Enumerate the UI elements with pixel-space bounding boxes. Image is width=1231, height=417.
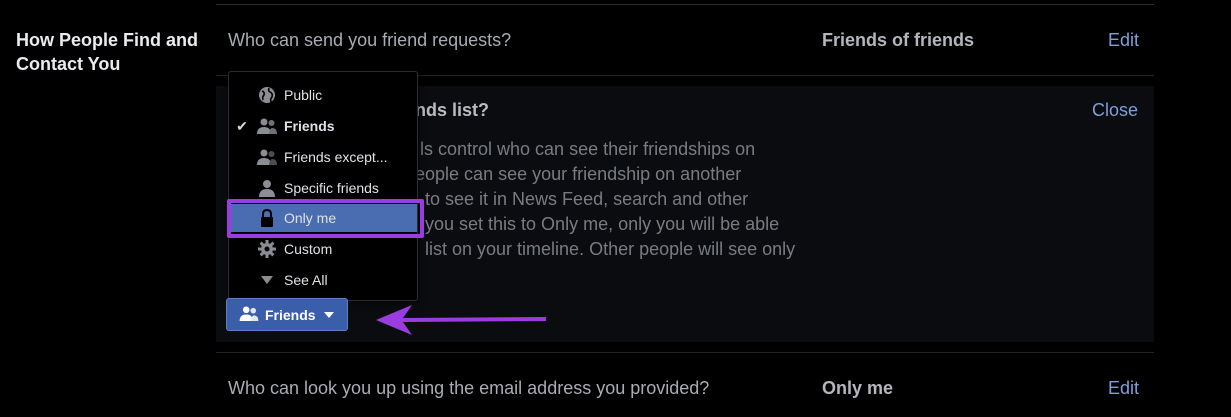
friends-icon: [239, 305, 259, 324]
friend-requests-value: Friends of friends: [822, 30, 975, 50]
row-divider: [216, 352, 1154, 353]
audience-selector-label: Friends: [265, 306, 316, 323]
friend-requests-question: Who can send you friend requests?: [228, 30, 512, 50]
friends-except-icon: [257, 147, 277, 167]
globe-icon: [257, 85, 277, 105]
audience-option-label: See All: [284, 272, 328, 288]
panel-description-line: to see it in News Feed, search and other: [425, 189, 749, 209]
audience-option-specific-friends[interactable]: Specific friends: [229, 174, 417, 202]
audience-dropdown-menu: Public ✔ Friends Friends except... Speci…: [228, 71, 418, 301]
email-lookup-question: Who can look you up using the email addr…: [228, 378, 710, 398]
annotation-arrow: [376, 305, 546, 335]
friend-requests-edit-link[interactable]: Edit: [1108, 30, 1139, 51]
panel-description-line: you set this to Only me, only you will b…: [425, 214, 780, 234]
person-icon: [257, 178, 277, 198]
checkmark-icon: ✔: [236, 117, 248, 134]
audience-option-see-all[interactable]: See All: [229, 266, 417, 294]
only-me-highlight-box: [227, 199, 424, 238]
audience-option-label: Friends: [284, 118, 335, 134]
audience-option-label: Public: [284, 87, 323, 103]
audience-option-friends-except[interactable]: Friends except...: [229, 143, 417, 171]
audience-option-label: Specific friends: [284, 180, 379, 196]
caret-down-icon: [257, 270, 277, 290]
top-divider: [216, 4, 1154, 5]
audience-option-custom[interactable]: Custom: [229, 235, 417, 263]
panel-close-link[interactable]: Close: [1092, 100, 1138, 121]
section-title: How People Find and Contact You: [16, 30, 199, 74]
friends-icon: [257, 116, 277, 136]
panel-description-line: ls control who can see their friendships…: [420, 139, 756, 159]
panel-description-line: list on your timeline. Other people will…: [425, 239, 796, 259]
panel-description-line: people can see your friendship on anothe…: [405, 164, 742, 184]
audience-option-friends[interactable]: ✔ Friends: [229, 112, 417, 140]
audience-option-public[interactable]: Public: [229, 81, 417, 109]
audience-selector-button[interactable]: Friends: [226, 298, 348, 331]
email-lookup-edit-link[interactable]: Edit: [1108, 378, 1139, 399]
gear-icon: [257, 239, 277, 259]
audience-option-label: Custom: [284, 241, 333, 257]
email-lookup-value: Only me: [822, 378, 894, 398]
audience-option-label: Friends except...: [284, 149, 388, 165]
chevron-down-icon: [323, 311, 334, 318]
